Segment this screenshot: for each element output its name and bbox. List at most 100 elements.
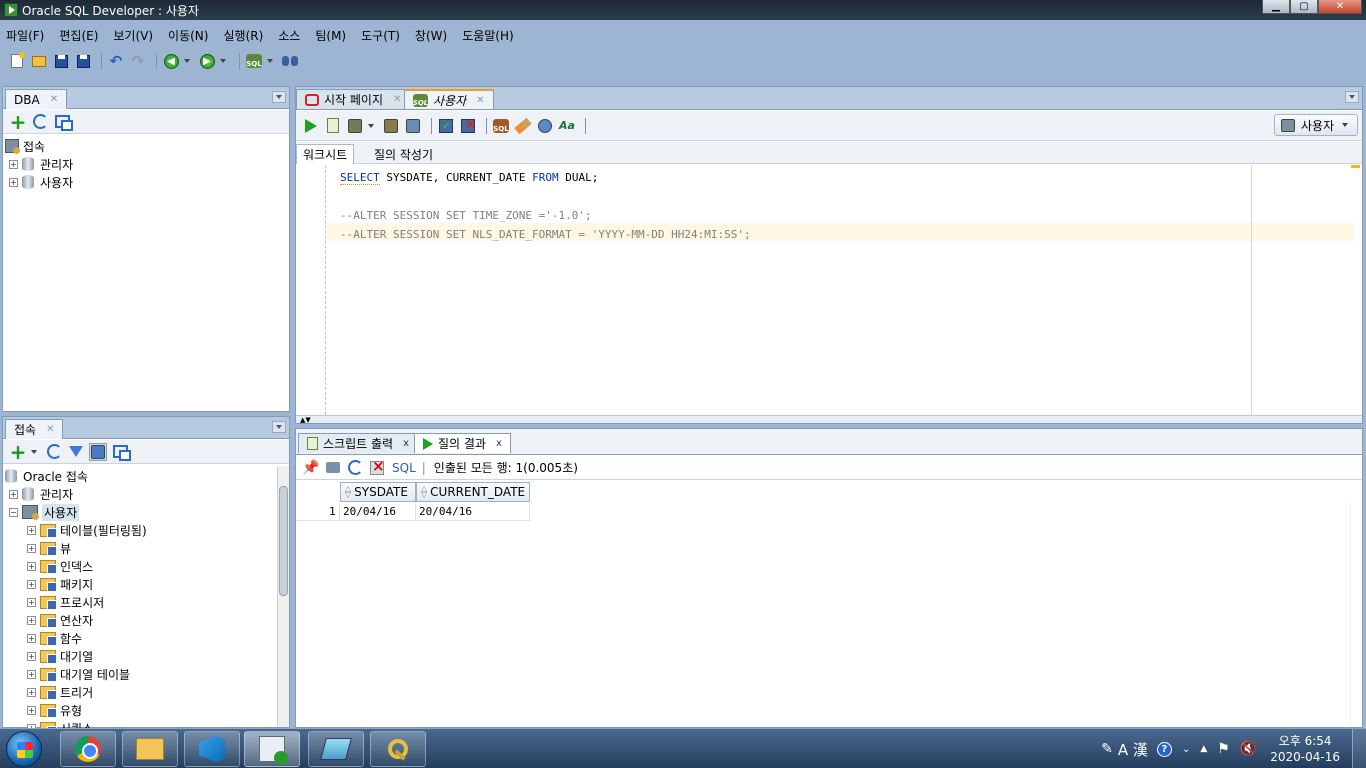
expand-icon[interactable]: +	[27, 633, 36, 643]
tree-item[interactable]: + 사용자	[5, 173, 289, 191]
clear-button[interactable]	[514, 117, 532, 135]
tree-item[interactable]: − 사용자	[5, 503, 289, 521]
menu-item-3[interactable]: 이동(N)	[168, 27, 208, 44]
new-file-button[interactable]	[8, 52, 26, 70]
tree-item[interactable]: + 테이블(필터링됨)	[5, 521, 289, 539]
minimize-panel-button[interactable]	[272, 91, 286, 103]
sql-link[interactable]: SQL	[392, 461, 416, 475]
taskbar-sql-developer[interactable]	[244, 731, 300, 767]
ime-indicator[interactable]: A 漢	[1118, 739, 1148, 760]
tree-item[interactable]: + 뷰	[5, 539, 289, 557]
expand-icon[interactable]: +	[27, 687, 36, 697]
table-cell[interactable]: 20/04/16	[340, 503, 416, 521]
back-dropdown-arrow[interactable]	[184, 59, 190, 63]
tree-item[interactable]: + 대기열	[5, 647, 289, 665]
help-icon[interactable]: ?	[1156, 741, 1172, 757]
scrollbar-thumb[interactable]	[279, 486, 288, 596]
close-button[interactable]: ✕	[1318, 0, 1362, 14]
close-tab-icon[interactable]: ✕	[46, 424, 54, 435]
redo-button[interactable]: ↷	[129, 52, 147, 70]
autotrace-button[interactable]	[382, 117, 400, 135]
tree-item[interactable]: + 프로시저	[5, 593, 289, 611]
tab-script-output[interactable]: 스크립트 출력 x	[298, 433, 418, 453]
tree-item[interactable]: + 인덱스	[5, 557, 289, 575]
close-tab-icon[interactable]: x	[496, 438, 502, 449]
tab-query-builder[interactable]: 질의 작성기	[368, 144, 439, 164]
start-button[interactable]	[6, 731, 42, 767]
save-button[interactable]	[52, 52, 70, 70]
save-all-button[interactable]	[74, 52, 92, 70]
tree-item[interactable]: + 대기열 테이블	[5, 665, 289, 683]
tree-item[interactable]: + 유형	[5, 701, 289, 719]
sql-worksheet-dropdown-arrow[interactable]	[267, 59, 273, 63]
tree-item[interactable]: 접속	[5, 137, 289, 155]
run-script-button[interactable]	[324, 117, 342, 135]
volume-muted-icon[interactable]: 🔇	[1240, 741, 1257, 757]
forward-button[interactable]: ▶	[198, 52, 216, 70]
run-statement-button[interactable]	[302, 117, 320, 135]
expand-icon[interactable]: +	[27, 525, 36, 535]
minimize-panel-button[interactable]	[1345, 91, 1359, 103]
explain-dropdown-arrow[interactable]	[368, 123, 374, 128]
refresh-button[interactable]	[31, 113, 49, 131]
connection-selector[interactable]: 사용자	[1274, 114, 1358, 136]
menu-item-1[interactable]: 편집(E)	[59, 27, 98, 44]
taskbar-notepad[interactable]	[308, 731, 364, 767]
menu-item-7[interactable]: 도구(T)	[361, 27, 400, 44]
expand-icon[interactable]: +	[27, 543, 36, 553]
open-button[interactable]	[30, 52, 48, 70]
editor-splitter[interactable]: ▲▼	[296, 415, 1362, 424]
column-header[interactable]: △ ▽ SYSDATE	[340, 482, 416, 502]
table-row[interactable]: 1 20/04/16 20/04/16	[296, 503, 530, 521]
cancel-query-button[interactable]	[368, 459, 386, 477]
schema-browser-button[interactable]	[53, 113, 73, 131]
expand-icon[interactable]: +	[27, 561, 36, 571]
clock[interactable]: 오후 6:54 2020-04-16	[1270, 733, 1340, 765]
menu-item-0[interactable]: 파일(F)	[6, 27, 44, 44]
add-dropdown-arrow[interactable]	[31, 449, 37, 454]
menu-item-6[interactable]: 팀(M)	[315, 27, 346, 44]
windows-button[interactable]	[111, 443, 131, 461]
tree-item[interactable]: + 연산자	[5, 611, 289, 629]
taskbar-keys-app[interactable]	[370, 731, 426, 767]
close-tab-icon[interactable]: ✕	[50, 94, 58, 105]
refresh-button[interactable]	[45, 443, 63, 461]
find-db-object-button[interactable]	[281, 52, 299, 70]
menu-item-2[interactable]: 보기(V)	[113, 27, 153, 44]
close-tab-icon[interactable]: ✕	[476, 95, 484, 106]
pin-button[interactable]: 📌	[302, 459, 320, 477]
history-button[interactable]	[536, 117, 554, 135]
expand-icon[interactable]: +	[27, 705, 36, 715]
menu-item-9[interactable]: 도움말(H)	[462, 27, 514, 44]
tree-item[interactable]: Oracle 접속	[5, 467, 289, 485]
tab-dba[interactable]: DBA ✕	[5, 89, 68, 109]
expand-icon[interactable]: +	[27, 651, 36, 661]
sql-tuning-button[interactable]	[404, 117, 422, 135]
menu-item-8[interactable]: 창(W)	[415, 27, 447, 44]
add-connection-button[interactable]: +	[9, 112, 27, 132]
expand-icon[interactable]: +	[27, 615, 36, 625]
results-scrollbar[interactable]	[1350, 502, 1362, 727]
column-header[interactable]: △ ▽ CURRENT_DATE	[416, 482, 530, 502]
tab-start-page[interactable]: 시작 페이지 ✕	[296, 89, 411, 109]
menu-item-5[interactable]: 소스	[278, 27, 300, 44]
taskbar-vscode[interactable]	[184, 731, 240, 767]
explain-plan-button[interactable]	[346, 117, 364, 135]
unshared-sql-button[interactable]: SQL	[492, 117, 510, 135]
tree-item[interactable]: + 트리거	[5, 683, 289, 701]
back-button[interactable]: ◀	[162, 52, 180, 70]
add-connection-button[interactable]: +	[9, 442, 27, 462]
expand-icon[interactable]: +	[27, 579, 36, 589]
connections-scrollbar[interactable]	[277, 466, 289, 727]
refresh-results-button[interactable]	[346, 459, 364, 477]
table-cell[interactable]: 20/04/16	[416, 503, 530, 521]
menu-item-4[interactable]: 실행(R)	[223, 27, 263, 44]
show-desktop-button[interactable]	[1352, 729, 1366, 768]
tree-item[interactable]: + 패키지	[5, 575, 289, 593]
language-bar-icon[interactable]: ✎	[1101, 741, 1113, 757]
format-button[interactable]: Aa	[558, 117, 576, 135]
code-editor[interactable]: SELECT SYSDATE, CURRENT_DATE FROM DUAL; -…	[296, 165, 1362, 415]
filter-button[interactable]	[67, 443, 85, 461]
expand-icon[interactable]: +	[27, 597, 36, 607]
taskbar-chrome[interactable]	[60, 731, 116, 767]
